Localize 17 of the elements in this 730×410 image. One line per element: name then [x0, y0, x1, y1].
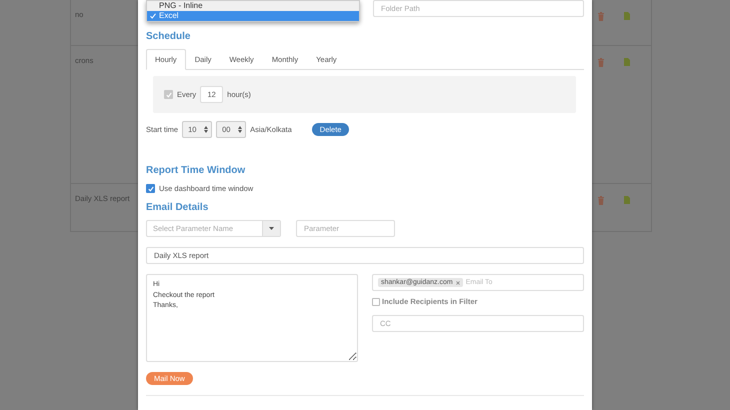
remove-icon[interactable]	[456, 280, 460, 284]
updown-icon	[238, 126, 242, 133]
trash-icon[interactable]	[598, 58, 604, 67]
file-icon[interactable]	[624, 58, 630, 66]
trash-icon[interactable]	[598, 196, 604, 205]
file-icon[interactable]	[624, 12, 630, 20]
menu-item[interactable]: PNG - Inline	[147, 1, 359, 11]
checkbox[interactable]	[372, 298, 380, 306]
trash-icon[interactable]	[598, 12, 604, 21]
checkbox[interactable]	[146, 184, 155, 193]
updown-icon	[204, 126, 208, 133]
section-heading: Schedule	[146, 31, 192, 42]
section-heading: Email Details	[146, 202, 210, 213]
file-icon[interactable]	[624, 196, 630, 204]
section-heading: Report Time Window	[146, 165, 246, 176]
check-icon	[150, 13, 156, 19]
caret-icon	[269, 227, 274, 230]
